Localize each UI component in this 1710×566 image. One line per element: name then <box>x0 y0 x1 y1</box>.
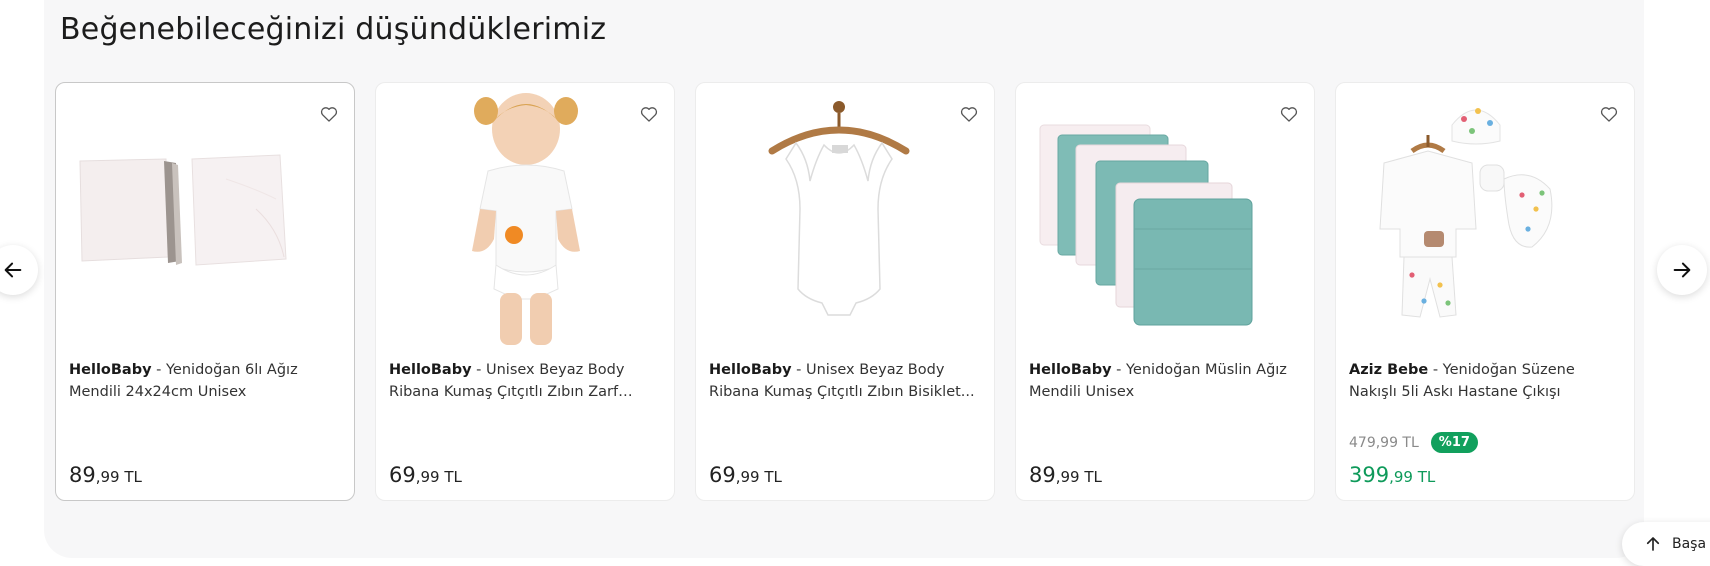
favorite-button[interactable] <box>1596 101 1622 127</box>
product-title[interactable]: Aziz Bebe - Yenidoğan Süzene Nakışlı 5li… <box>1349 359 1625 403</box>
product-title[interactable]: HelloBaby - Unisex Beyaz Body Ribana Kum… <box>389 359 665 403</box>
brand-name: HelloBaby <box>1029 362 1112 378</box>
brand-name: HelloBaby <box>389 362 472 378</box>
old-price: 479,99 TL <box>1349 434 1419 451</box>
brand-name: HelloBaby <box>709 362 792 378</box>
carousel-next-button[interactable] <box>1657 245 1707 295</box>
product-image[interactable] <box>1336 89 1634 349</box>
product-image[interactable] <box>1016 89 1314 349</box>
favorite-button[interactable] <box>956 101 982 127</box>
product-image[interactable] <box>56 89 354 349</box>
arrow-up-icon <box>1646 537 1660 551</box>
brand-name: HelloBaby <box>69 362 152 378</box>
heart-icon <box>640 107 658 122</box>
product-title[interactable]: HelloBaby - Yenidoğan 6lı Ağız Mendili 2… <box>69 359 345 403</box>
old-price-row: 479,99 TL %17 <box>1349 432 1478 453</box>
product-card[interactable]: HelloBaby - Yenidoğan Müslin Ağız Mendil… <box>1015 82 1315 501</box>
product-carousel: HelloBaby - Yenidoğan 6lı Ağız Mendili 2… <box>55 82 1639 502</box>
product-card[interactable]: Aziz Bebe - Yenidoğan Süzene Nakışlı 5li… <box>1335 82 1635 501</box>
section-title: Beğenebileceğinizi düşündüklerimiz <box>60 12 607 47</box>
product-price: 89,99 TL <box>1029 463 1102 487</box>
heart-icon <box>960 107 978 122</box>
product-image[interactable] <box>376 89 674 349</box>
product-card[interactable]: HelloBaby - Yenidoğan 6lı Ağız Mendili 2… <box>55 82 355 501</box>
product-price: 399,99 TL <box>1349 463 1436 487</box>
arrow-left-icon <box>4 262 22 278</box>
product-card[interactable]: HelloBaby - Unisex Beyaz Body Ribana Kum… <box>375 82 675 501</box>
back-to-top-label: Başa <box>1672 536 1707 552</box>
product-image[interactable] <box>696 89 994 349</box>
product-price: 69,99 TL <box>389 463 462 487</box>
heart-icon <box>1600 107 1618 122</box>
heart-icon <box>1280 107 1298 122</box>
product-price: 69,99 TL <box>709 463 782 487</box>
favorite-button[interactable] <box>316 101 342 127</box>
product-title[interactable]: HelloBaby - Unisex Beyaz Body Ribana Kum… <box>709 359 985 403</box>
discount-badge: %17 <box>1430 432 1478 453</box>
heart-icon <box>320 107 338 122</box>
brand-name: Aziz Bebe <box>1349 362 1429 378</box>
arrow-right-icon <box>1673 262 1691 278</box>
favorite-button[interactable] <box>636 101 662 127</box>
product-price: 89,99 TL <box>69 463 142 487</box>
product-title[interactable]: HelloBaby - Yenidoğan Müslin Ağız Mendil… <box>1029 359 1305 403</box>
favorite-button[interactable] <box>1276 101 1302 127</box>
product-card[interactable]: HelloBaby - Unisex Beyaz Body Ribana Kum… <box>695 82 995 501</box>
carousel-prev-button[interactable] <box>0 245 38 295</box>
back-to-top-button[interactable]: Başa <box>1622 522 1710 566</box>
